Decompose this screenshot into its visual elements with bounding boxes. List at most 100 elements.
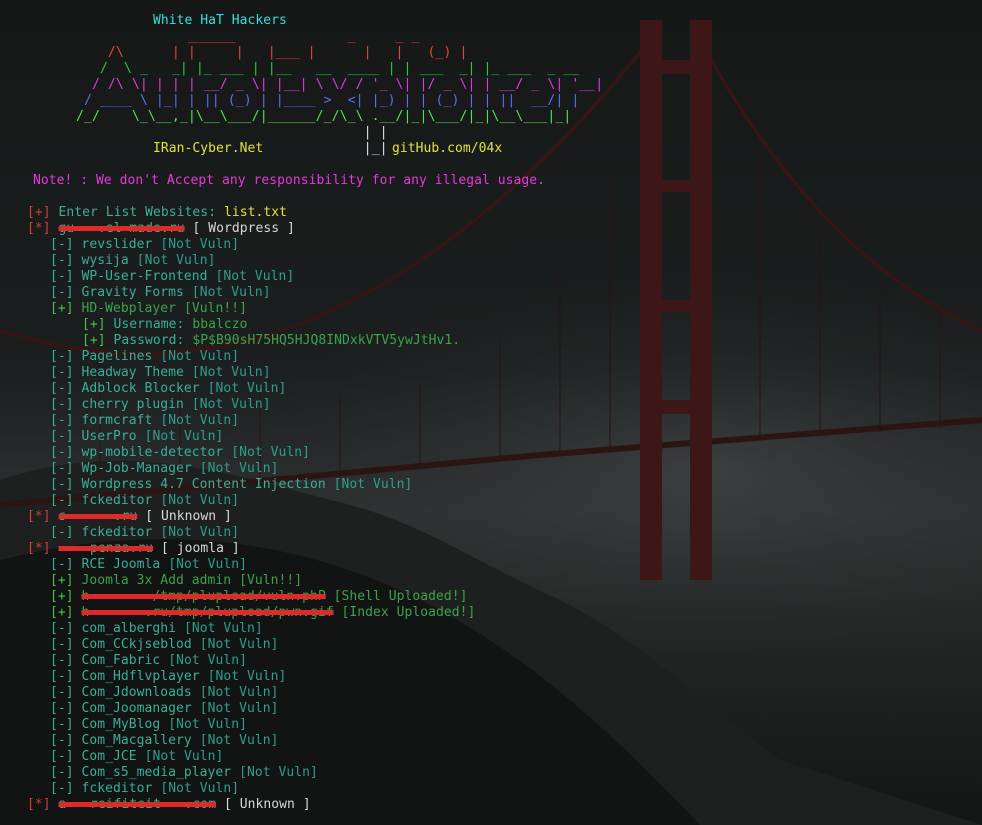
check-name: h /tmp/plupload/vuln.phP (81, 589, 326, 604)
check-marker: [-] (50, 285, 74, 300)
check-marker: [-] (50, 397, 74, 412)
check-marker: [-] (50, 445, 74, 460)
check-name: fckeditor (81, 525, 153, 540)
check-row: [-] Com_CCkjseblod [Not Vuln] (50, 637, 278, 653)
check-status: [Not Vuln] (183, 621, 263, 636)
check-status: [Not Vuln] (191, 365, 271, 380)
check-row: [-] fckeditor [Not Vuln] (50, 525, 239, 541)
target-line: [*] a reifiteit .com [ Unknown ] (27, 797, 311, 813)
check-marker: [-] (50, 701, 74, 716)
check-row: [-] Com_JCE [Not Vuln] (50, 749, 223, 765)
check-status: [Not Vuln] (199, 461, 279, 476)
banner-title: White HaT Hackers (153, 13, 287, 28)
check-marker: [-] (50, 733, 74, 748)
check-status: [Not Vuln] (231, 445, 310, 460)
check-name: Com_s5_media_player (81, 765, 232, 780)
check-name: com_alberghi (81, 621, 177, 636)
check-marker: [-] (50, 253, 74, 268)
target-line: [*] gu .el made.ru [ Wordpress ] (27, 221, 295, 237)
check-row: [-] formcraft [Not Vuln] (50, 413, 239, 429)
check-name: Adblock Blocker (81, 381, 200, 396)
check-status: [Not Vuln] (160, 781, 240, 796)
check-marker: [-] (50, 349, 74, 364)
check-status: [Not Vuln] (168, 557, 247, 572)
check-row: [-] wp-mobile-detector [Not Vuln] (50, 445, 310, 461)
check-marker: [-] (50, 717, 74, 732)
check-status: [Not Vuln] (207, 381, 287, 396)
target-host-redacted: a reifiteit .com (58, 797, 217, 812)
banner-art-line-3: / \ _ _| |_ ___ | |__ __ ____ | | ___ _|… (60, 61, 580, 76)
check-status: [Not Vuln] (144, 429, 224, 444)
banner-art-line-1: ______ _ _ _ (60, 29, 420, 44)
check-marker: [+] (50, 589, 74, 604)
check-row: [-] Com_Hdflvplayer [Not Vuln] (50, 669, 286, 685)
check-marker: [-] (50, 669, 74, 684)
target-host-redacted: s .ru (58, 509, 138, 524)
check-status: [Not Vuln] (168, 653, 247, 668)
check-row: [-] Com_s5_media_player [Not Vuln] (50, 765, 318, 781)
target-marker: [*] (27, 541, 51, 556)
check-row: [-] Adblock Blocker [Not Vuln] (50, 381, 286, 397)
check-marker: [-] (50, 781, 74, 796)
banner-art-line-6: /_/ \_\__,_|\__\___/|______/_/\_\ .__/|_… (60, 109, 572, 124)
check-marker: [-] (50, 413, 74, 428)
check-row: [+] h .ru/tmp/plupload/pwn.gif [Index Up… (50, 605, 475, 621)
credential-value: $P$B90sH75HQ5HJQ8INDxkVTV5ywJtHv1. (192, 333, 461, 348)
check-marker: [-] (50, 381, 74, 396)
check-name: formcraft (81, 413, 153, 428)
check-marker: [-] (50, 637, 74, 652)
check-name: h .ru/tmp/plupload/pwn.gif (81, 605, 334, 620)
credential-label: Password: (113, 333, 185, 348)
check-row: [-] com_alberghi [Not Vuln] (50, 621, 263, 637)
check-status: [Shell Uploaded!] (333, 589, 468, 604)
check-status: [Not Vuln] (199, 637, 279, 652)
target-cms: [ Wordpress ] (192, 221, 295, 236)
check-status: [Not Vuln] (191, 397, 271, 412)
check-marker: [-] (50, 557, 74, 572)
banner-github: gitHub.com/04x (392, 141, 503, 156)
banner-art-line-5: / ____ \ |_| | || (_) | |____ > <| |_) |… (60, 93, 580, 108)
check-row: [+] h /tmp/plupload/vuln.phP [Shell Uplo… (50, 589, 468, 605)
check-name: Com_CCkjseblod (81, 637, 192, 652)
check-status: [Not Vuln] (160, 493, 240, 508)
check-name: wysija (81, 253, 129, 268)
target-marker: [*] (27, 509, 51, 524)
check-marker: [-] (50, 477, 74, 492)
check-name: Com_Joomanager (81, 701, 192, 716)
check-name: Joomla 3x Add admin (81, 573, 232, 588)
prompt-value: list.txt (223, 205, 287, 220)
check-row: [-] Wordpress 4.7 Content Injection [Not… (50, 477, 412, 493)
check-marker: [-] (50, 269, 74, 284)
credential-row: [+] Username: bbalczo (82, 317, 247, 333)
target-cms: [ joomla ] (160, 541, 240, 556)
check-status: [Not Vuln] (207, 669, 287, 684)
banner-note: Note! : We don't Accept any responsibili… (33, 173, 545, 188)
check-status: [Not Vuln] (168, 717, 247, 732)
check-name: RCE Joomla (81, 557, 161, 572)
check-name: revslider (81, 237, 153, 252)
check-name: Com_JCE (81, 749, 137, 764)
check-name: fckeditor (81, 781, 153, 796)
credential-value: bbalczo (192, 317, 248, 332)
check-row: [-] Com_Joomanager [Not Vuln] (50, 701, 278, 717)
banner-site: IRan-Cyber.Net (153, 141, 264, 156)
credential-marker: [+] (82, 333, 106, 348)
check-row: [-] Wp-Job-Manager [Not Vuln] (50, 461, 278, 477)
target-marker: [*] (27, 797, 51, 812)
prompt-label: Enter List Websites: (58, 205, 217, 220)
check-row: [-] Pagelines [Not Vuln] (50, 349, 239, 365)
target-host-redacted: penza.ru (58, 541, 154, 556)
check-status: [Not Vuln] (160, 413, 240, 428)
check-marker: [-] (50, 685, 74, 700)
check-row: [-] WP-User-Frontend [Not Vuln] (50, 269, 294, 285)
check-marker: [-] (50, 749, 74, 764)
check-row: [-] cherry plugin [Not Vuln] (50, 397, 271, 413)
check-row: [-] Com_MyBlog [Not Vuln] (50, 717, 247, 733)
check-status: [Not Vuln] (160, 349, 240, 364)
check-name: Wp-Job-Manager (81, 461, 192, 476)
banner-art-line-7: | | (60, 125, 388, 140)
credential-marker: [+] (82, 317, 106, 332)
check-marker: [-] (50, 429, 74, 444)
check-status: [Vuln!!] (239, 573, 303, 588)
check-marker: [-] (50, 237, 74, 252)
